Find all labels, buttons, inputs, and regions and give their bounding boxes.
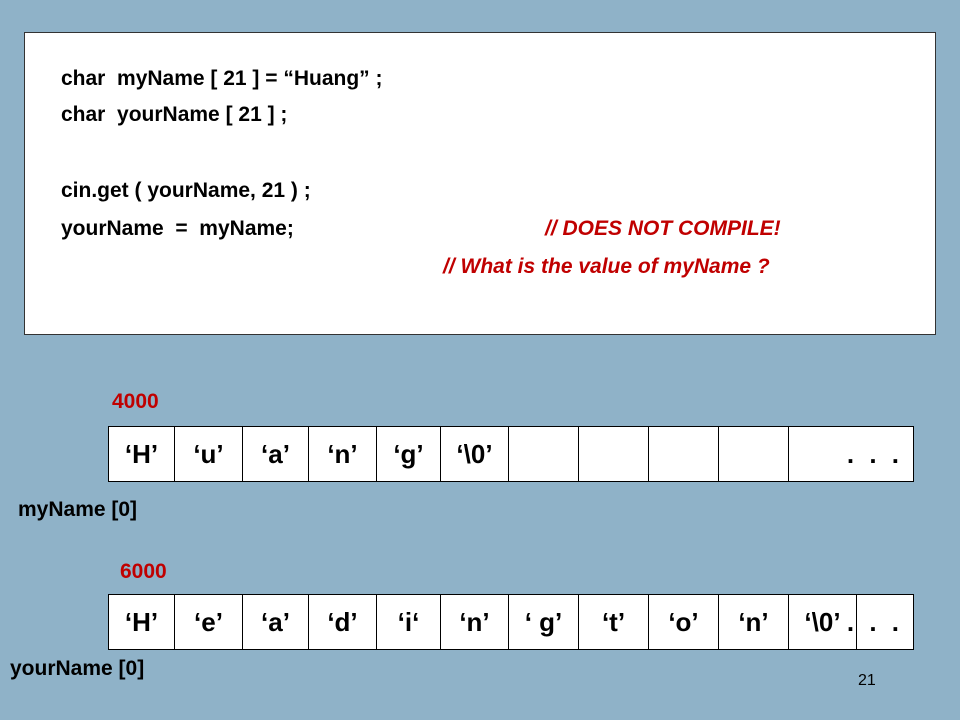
comment-value-question: // What is the value of myName ? — [443, 255, 770, 278]
slide-number: 21 — [858, 672, 876, 689]
array-cell: ‘e’ — [175, 595, 243, 649]
array-cell: ‘a’ — [243, 595, 309, 649]
code-line-2: char yourName [ 21 ] ; — [61, 103, 288, 126]
array-cell: ‘n’ — [441, 595, 509, 649]
your-name-address: 6000 — [120, 560, 167, 583]
array-cell: ‘n’ — [309, 427, 377, 481]
array-cell: ‘a’ — [243, 427, 309, 481]
array-cell: ‘\0’ — [441, 427, 509, 481]
code-box: char myName [ 21 ] = “Huang” ; char your… — [24, 32, 936, 335]
array-cell: . . . — [846, 606, 903, 637]
my-name-address: 4000 — [112, 390, 159, 413]
my-name-array: ‘H’ ‘u’ ‘a’ ‘n’ ‘g’ ‘\0’ . . . — [108, 426, 914, 482]
array-cell: ‘d’ — [309, 595, 377, 649]
array-cell — [509, 427, 579, 481]
array-cell: ‘H’ — [109, 595, 175, 649]
array-cell: ‘t’ — [579, 595, 649, 649]
your-name-label: yourName [0] — [10, 657, 145, 680]
array-cell: . . . — [846, 438, 903, 469]
array-cell: ‘o’ — [649, 595, 719, 649]
array-cell: ‘i‘ — [377, 595, 441, 649]
array-cell: ‘u’ — [175, 427, 243, 481]
code-line-1: char myName [ 21 ] = “Huang” ; — [61, 67, 383, 90]
array-cell: ‘ g’ — [509, 595, 579, 649]
my-name-label: myName [0] — [18, 498, 138, 521]
code-line-4: yourName = myName; — [61, 217, 294, 240]
array-cell — [649, 427, 719, 481]
your-name-array: ‘H’ ‘e’ ‘a’ ‘d’ ‘i‘ ‘n’ ‘ g’ ‘t’ ‘o’ ‘n’ ‘\0’. . . — [108, 594, 914, 650]
array-cell: ‘g’ — [377, 427, 441, 481]
array-cell — [719, 427, 789, 481]
array-cell: ‘H’ — [109, 427, 175, 481]
array-cell: ‘n’ — [719, 595, 789, 649]
code-line-3: cin.get ( yourName, 21 ) ; — [61, 179, 311, 202]
comment-does-not-compile: // DOES NOT COMPILE! — [545, 217, 781, 240]
array-cell — [579, 427, 649, 481]
